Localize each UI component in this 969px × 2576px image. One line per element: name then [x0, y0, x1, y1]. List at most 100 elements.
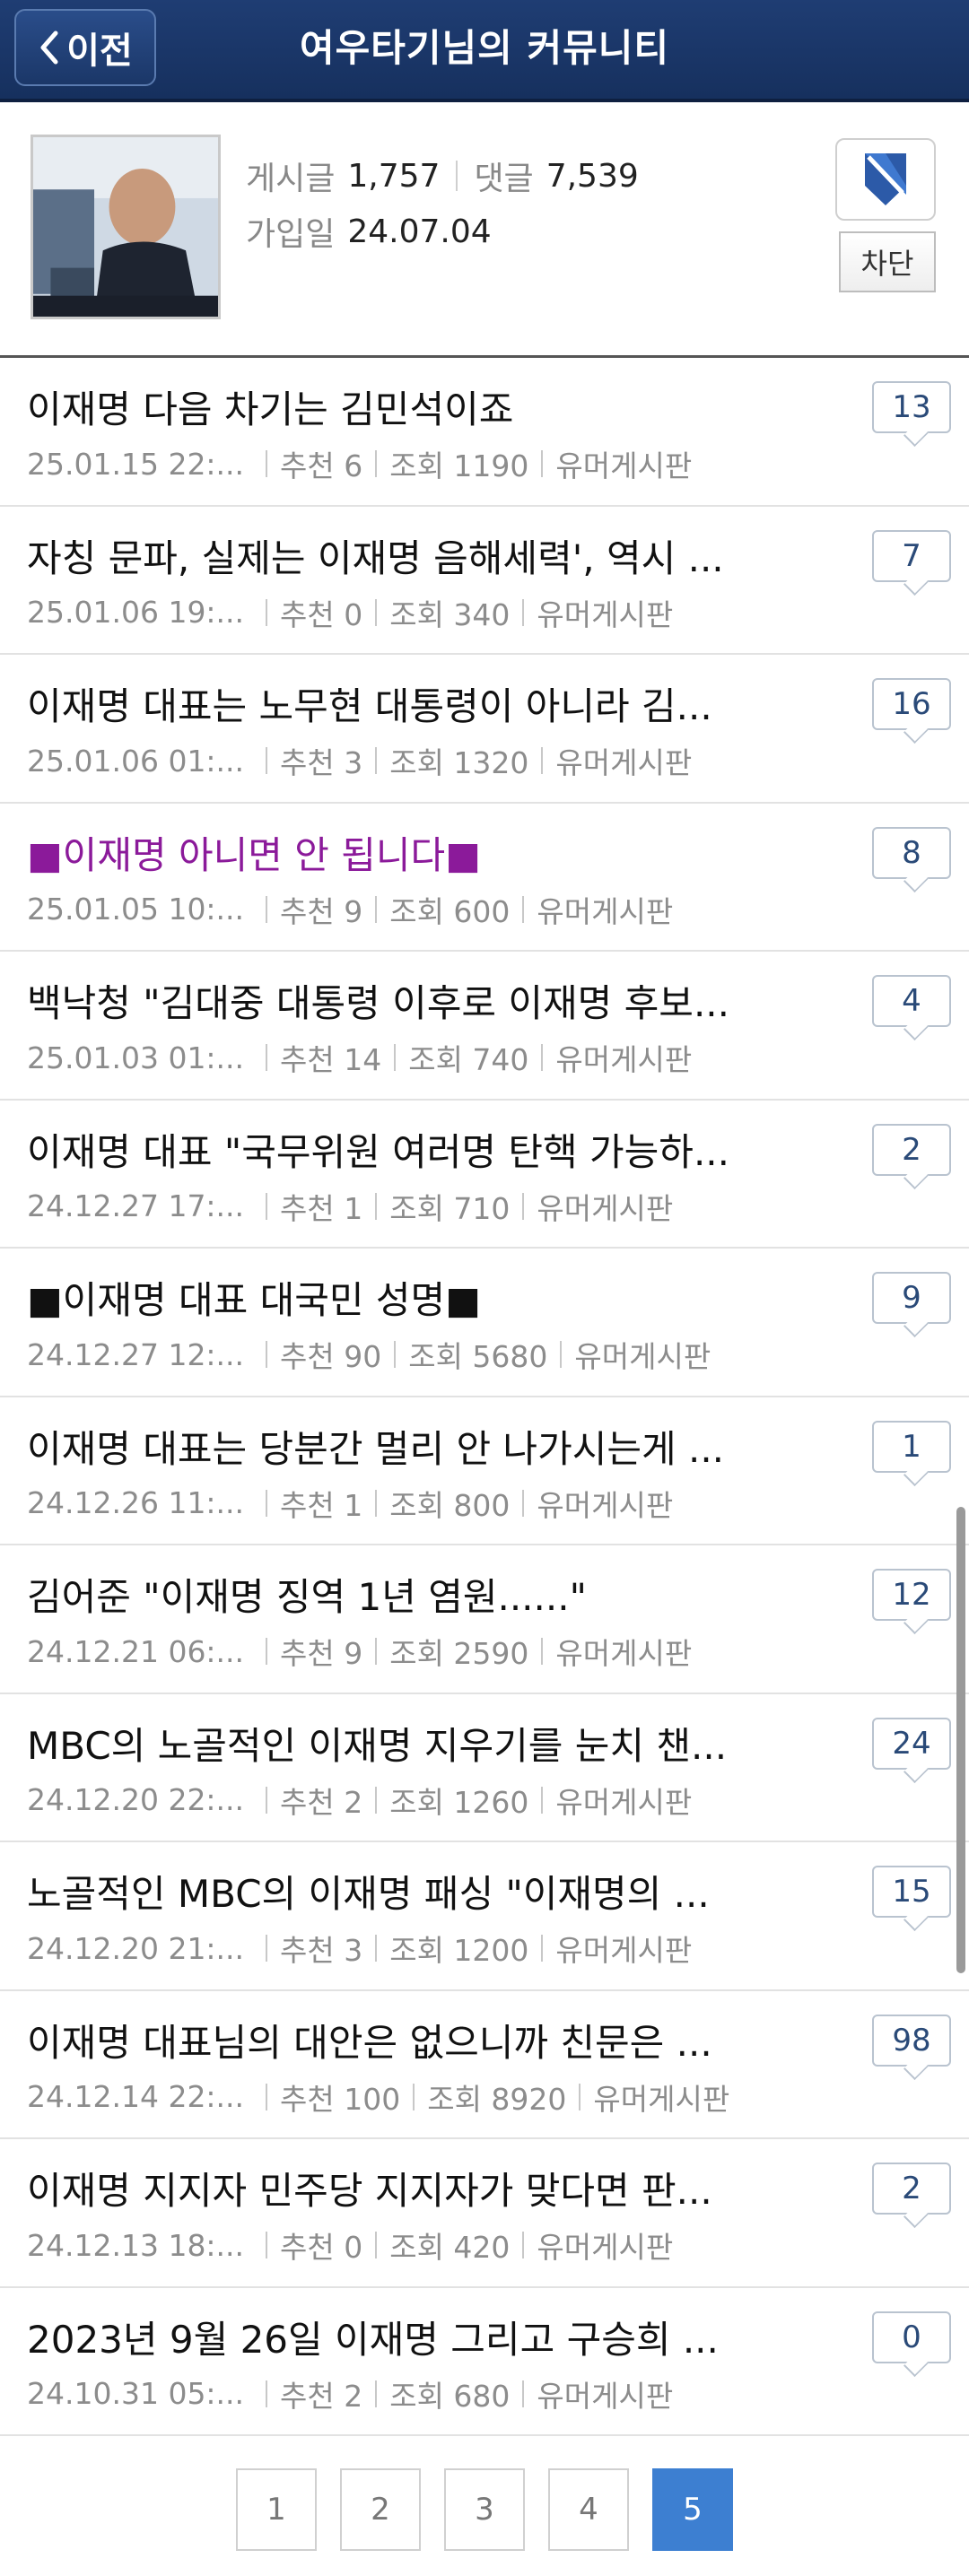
post-title[interactable]: 이재명 대표 "국무위원 여러명 탄핵 가능하... — [27, 1122, 834, 1177]
post-views: 조회 800 — [389, 1487, 511, 1523]
post-item[interactable]: 이재명 대표는 당분간 멀리 안 나가시는게 ... 24.12.26 11:.… — [0, 1397, 969, 1545]
post-title[interactable]: MBC의 노골적인 이재명 지우기를 눈치 챈... — [27, 1716, 834, 1771]
post-date: 25.01.05 10:... — [27, 892, 245, 927]
divider — [522, 2232, 525, 2258]
post-item[interactable]: 이재명 다음 차기는 김민석이죠 25.01.15 22:... 추천 6 조회… — [0, 358, 969, 507]
post-item[interactable]: 백낙청 "김대중 대통령 이후로 이재명 후보... 25.01.03 01:.… — [0, 952, 969, 1101]
comment-count-badge[interactable]: 12 — [872, 1569, 951, 1621]
pagination: 12345 — [0, 2468, 969, 2551]
comment-count-badge[interactable]: 0 — [872, 2311, 951, 2363]
post-meta: 24.12.26 11:... 추천 1 조회 800 유머게시판 — [27, 1482, 673, 1525]
post-board: 유머게시판 — [537, 2230, 674, 2265]
post-meta: 24.12.27 17:... 추천 1 조회 710 유머게시판 — [27, 1185, 673, 1228]
post-title[interactable]: 이재명 대표는 노무현 대통령이 아니라 김... — [27, 676, 834, 731]
post-views: 조회 600 — [389, 893, 511, 929]
post-item[interactable]: ■이재명 대표 대국민 성명■ 24.12.27 12:... 추천 90 조회… — [0, 1249, 969, 1397]
comment-count-badge[interactable]: 16 — [872, 678, 951, 730]
level-badge-button[interactable] — [835, 138, 936, 221]
comment-count-badge[interactable]: 8 — [872, 826, 951, 879]
post-views: 조회 2590 — [389, 1636, 529, 1671]
comment-count-badge[interactable]: 4 — [872, 975, 951, 1027]
post-item[interactable]: 2023년 9월 26일 이재명 그리고 구승희 ... 24.10.31 05… — [0, 2288, 969, 2436]
level-badge-icon — [865, 153, 906, 205]
post-title[interactable]: 백낙청 "김대중 대통령 이후로 이재명 후보... — [27, 973, 834, 1028]
joined-label: 가입일 — [246, 216, 336, 253]
post-list: 이재명 다음 차기는 김민석이죠 25.01.15 22:... 추천 6 조회… — [0, 358, 969, 2436]
post-meta: 24.12.27 12:... 추천 90 조회 5680 유머게시판 — [27, 1333, 711, 1376]
comment-count-badge[interactable]: 2 — [872, 2163, 951, 2215]
page-button[interactable]: 1 — [236, 2468, 317, 2551]
post-title[interactable]: 이재명 다음 차기는 김민석이죠 — [27, 379, 834, 434]
comment-count-badge[interactable]: 9 — [872, 1272, 951, 1324]
comment-count-badge[interactable]: 1 — [872, 1420, 951, 1473]
block-button[interactable]: 차단 — [839, 231, 936, 292]
post-likes: 추천 0 — [280, 2230, 363, 2265]
post-meta: 25.01.03 01:... 추천 14 조회 740 유머게시판 — [27, 1036, 692, 1079]
divider — [456, 161, 458, 191]
post-views: 조회 340 — [389, 596, 511, 632]
scrollbar[interactable] — [956, 1507, 965, 1973]
profile-photo — [33, 137, 218, 317]
comment-count-badge[interactable]: 24 — [872, 1717, 951, 1770]
comment-count-badge[interactable]: 2 — [872, 1123, 951, 1176]
post-date: 24.12.20 22:... — [27, 1782, 245, 1817]
post-title[interactable]: ■이재명 대표 대국민 성명■ — [27, 1270, 834, 1325]
page-button[interactable]: 5 — [652, 2468, 733, 2551]
post-item[interactable]: 노골적인 MBC의 이재명 패싱 "이재명의 ... 24.12.20 21:.… — [0, 1842, 969, 1991]
post-title[interactable]: ■이재명 아니면 안 됩니다■ — [27, 825, 834, 880]
post-title[interactable]: 자칭 문파, 실제는 이재명 음해세력', 역시 ... — [27, 528, 834, 583]
post-title[interactable]: 이재명 대표님의 대안은 없으니까 친문은 ... — [27, 2013, 834, 2067]
comments-count: 7,539 — [546, 157, 639, 195]
divider — [266, 450, 267, 477]
divider — [522, 895, 525, 923]
post-likes: 추천 3 — [280, 1933, 363, 1968]
post-likes: 추천 100 — [280, 2081, 401, 2117]
post-item[interactable]: MBC의 노골적인 이재명 지우기를 눈치 챈... 24.12.20 22:.… — [0, 1694, 969, 1842]
divider — [266, 895, 267, 923]
post-item[interactable]: 김어준 "이재명 징역 1년 염원......" 24.12.21 06:...… — [0, 1545, 969, 1694]
comment-count-badge[interactable]: 13 — [872, 381, 951, 433]
post-item[interactable]: 이재명 대표 "국무위원 여러명 탄핵 가능하... 24.12.27 17:.… — [0, 1101, 969, 1249]
post-item[interactable]: 이재명 대표님의 대안은 없으니까 친문은 ... 24.12.14 22:..… — [0, 1991, 969, 2139]
post-item[interactable]: 이재명 지지자 민주당 지지자가 맞다면 판... 24.12.13 18:..… — [0, 2139, 969, 2288]
divider — [266, 2380, 267, 2407]
divider — [375, 1638, 378, 1665]
post-likes: 추천 14 — [280, 1042, 382, 1077]
posts-count: 1,757 — [347, 157, 441, 195]
post-title[interactable]: 2023년 9월 26일 이재명 그리고 구승희 ... — [27, 2310, 834, 2364]
comments-label: 댓글 — [474, 161, 534, 197]
post-likes: 추천 1 — [280, 1487, 363, 1523]
post-views: 조회 1260 — [389, 1784, 529, 1820]
post-title[interactable]: 노골적인 MBC의 이재명 패싱 "이재명의 ... — [27, 1864, 834, 1919]
back-button[interactable]: 이전 — [14, 9, 156, 86]
post-board: 유머게시판 — [537, 1487, 674, 1523]
divider — [375, 598, 378, 626]
post-board: 유머게시판 — [555, 1933, 693, 1968]
divider — [266, 1341, 267, 1368]
post-item[interactable]: ■이재명 아니면 안 됩니다■ 25.01.05 10:... 추천 9 조회 … — [0, 804, 969, 952]
divider — [266, 598, 267, 626]
page-button[interactable]: 3 — [444, 2468, 525, 2551]
post-title[interactable]: 김어준 "이재명 징역 1년 염원......" — [27, 1567, 834, 1622]
post-date: 24.12.14 22:... — [27, 2079, 245, 2114]
comment-count-badge[interactable]: 7 — [872, 529, 951, 582]
post-item[interactable]: 자칭 문파, 실제는 이재명 음해세력', 역시 ... 25.01.06 19… — [0, 507, 969, 655]
post-title[interactable]: 이재명 지지자 민주당 지지자가 맞다면 판... — [27, 2161, 834, 2215]
divider — [394, 1341, 397, 1368]
post-meta: 25.01.15 22:... 추천 6 조회 1190 유머게시판 — [27, 442, 692, 485]
comment-count-badge[interactable]: 15 — [872, 1866, 951, 1918]
page-button[interactable]: 4 — [548, 2468, 629, 2551]
comment-count-badge[interactable]: 98 — [872, 2014, 951, 2067]
post-likes: 추천 9 — [280, 893, 363, 929]
divider — [266, 1192, 267, 1220]
divider — [522, 598, 525, 626]
avatar[interactable] — [31, 135, 221, 319]
page-button[interactable]: 2 — [340, 2468, 421, 2551]
post-item[interactable]: 이재명 대표는 노무현 대통령이 아니라 김... 25.01.06 01:..… — [0, 655, 969, 804]
post-likes: 추천 2 — [280, 2378, 363, 2414]
post-board: 유머게시판 — [555, 1784, 693, 1820]
top-bar: 이전 여우타기님의 커뮤니티 — [0, 0, 969, 102]
post-title[interactable]: 이재명 대표는 당분간 멀리 안 나가시는게 ... — [27, 1419, 834, 1474]
post-board: 유머게시판 — [537, 1190, 674, 1226]
post-date: 24.12.27 17:... — [27, 1188, 245, 1223]
